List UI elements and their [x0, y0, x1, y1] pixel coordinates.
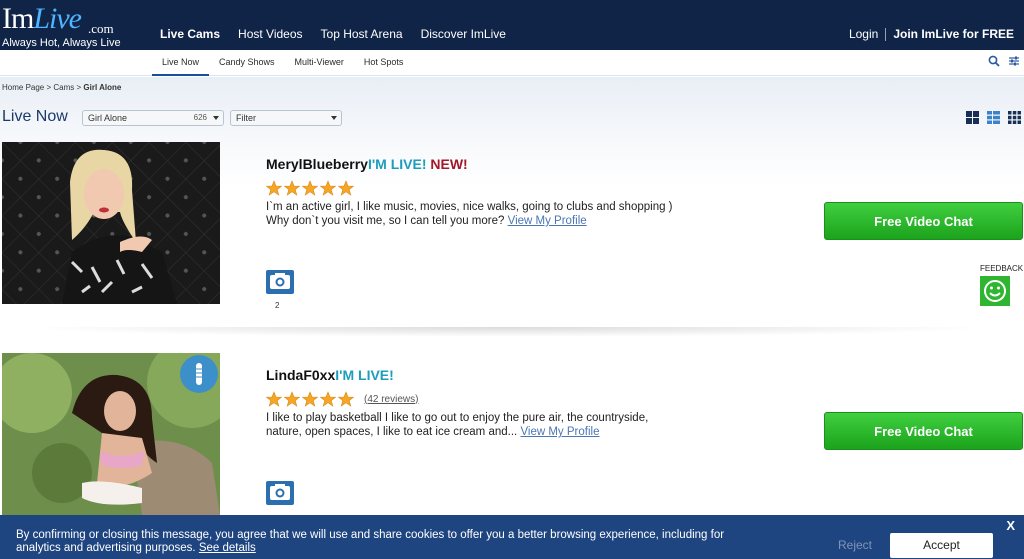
filter-select[interactable]: Filter: [230, 110, 342, 126]
smiley-icon: [984, 280, 1006, 302]
subnav-hot-spots[interactable]: Hot Spots: [354, 50, 414, 76]
imlive-logo[interactable]: ImLive .com Always Hot, Always Live: [2, 1, 132, 49]
page-title: Live Now: [2, 108, 68, 125]
subnav-candy-shows[interactable]: Candy Shows: [209, 50, 285, 76]
breadcrumb-home[interactable]: Home Page: [2, 83, 44, 92]
breadcrumb-separator: >: [46, 83, 52, 92]
new-badge: NEW!: [430, 156, 468, 172]
cookie-consent-bar: By confirming or closing this message, y…: [0, 515, 1024, 559]
cookie-message: By confirming or closing this message, y…: [16, 529, 756, 555]
breadcrumb-separator: >: [76, 83, 82, 92]
star-icon: [338, 391, 354, 407]
reject-button[interactable]: Reject: [838, 538, 872, 552]
login-link[interactable]: Login: [849, 27, 878, 41]
join-free-link[interactable]: Join ImLive for FREE: [893, 27, 1014, 41]
photo-count: 2: [275, 301, 280, 310]
chevron-down-icon: [213, 116, 219, 120]
accept-button[interactable]: Accept: [890, 533, 993, 558]
vip-badge: [180, 355, 218, 393]
list-view-icon[interactable]: [986, 110, 1001, 125]
breadcrumb: Home Page > Cams > Girl Alone: [2, 83, 121, 92]
live-status: I'M LIVE!: [335, 367, 394, 383]
feedback-widget: FEEDBACK: [980, 264, 1024, 308]
host-name: LindaF0xx: [266, 367, 336, 383]
main-nav: Live Cams Host Videos Top Host Arena Dis…: [160, 27, 506, 41]
cookie-message-text: By confirming or closing this message, y…: [16, 529, 725, 554]
rating-stars: [266, 180, 354, 196]
feedback-button[interactable]: [980, 276, 1010, 306]
chevron-down-icon: [331, 116, 337, 120]
host-description: I like to play basketball I like to go o…: [266, 411, 681, 439]
nav-host-videos[interactable]: Host Videos: [238, 27, 302, 41]
toy-icon: [196, 363, 202, 385]
close-icon[interactable]: X: [1006, 518, 1015, 533]
star-icon: [266, 180, 282, 196]
star-icon: [302, 180, 318, 196]
host-thumbnail[interactable]: [2, 142, 220, 304]
star-icon: [320, 391, 336, 407]
free-video-chat-button[interactable]: Free Video Chat: [824, 202, 1023, 240]
search-icon[interactable]: [988, 55, 1000, 67]
logo-dotcom: .com: [88, 21, 114, 36]
reviews-link[interactable]: (42 reviews): [364, 394, 418, 405]
logo-tagline: Always Hot, Always Live: [2, 37, 121, 49]
feedback-label: FEEDBACK: [980, 264, 1024, 273]
host-description: I`m an active girl, I like music, movies…: [266, 200, 681, 228]
view-profile-link[interactable]: View My Profile: [520, 426, 599, 438]
host-name-heading[interactable]: LindaF0xxI'M LIVE!: [266, 367, 394, 383]
nav-top-host-arena[interactable]: Top Host Arena: [321, 27, 403, 41]
free-video-chat-button[interactable]: Free Video Chat: [824, 412, 1023, 450]
star-icon: [302, 391, 318, 407]
category-select[interactable]: Girl Alone 626: [82, 110, 224, 126]
see-details-link[interactable]: See details: [199, 542, 256, 554]
star-icon: [266, 391, 282, 407]
star-icon: [284, 180, 300, 196]
host-description-text: I`m an active girl, I like music, movies…: [266, 201, 673, 227]
subnav-multi-viewer[interactable]: Multi-Viewer: [285, 50, 354, 76]
subnav-live-now[interactable]: Live Now: [152, 50, 210, 76]
star-icon: [338, 180, 354, 196]
host-thumbnail[interactable]: [2, 353, 220, 515]
nav-discover-imlive[interactable]: Discover ImLive: [421, 27, 506, 41]
small-grid-view-icon[interactable]: [1007, 110, 1022, 125]
host-name-heading[interactable]: MerylBlueberryI'M LIVE! NEW!: [266, 156, 468, 172]
host-photo-image: [2, 142, 220, 304]
filter-select-value: Filter: [236, 113, 256, 123]
sub-nav: Live Now Candy Shows Multi-Viewer Hot Sp…: [0, 50, 1024, 76]
view-profile-link[interactable]: View My Profile: [508, 215, 587, 227]
filter-settings-icon[interactable]: [1008, 55, 1020, 67]
live-status: I'M LIVE!: [367, 156, 427, 172]
view-toggles: [965, 110, 1022, 125]
breadcrumb-cams[interactable]: Cams: [53, 83, 74, 92]
category-count: 626: [193, 113, 207, 122]
camera-icon[interactable]: [266, 270, 294, 294]
breadcrumb-current: Girl Alone: [83, 83, 122, 92]
large-grid-view-icon[interactable]: [965, 110, 980, 125]
host-name: MerylBlueberry: [266, 156, 368, 172]
star-icon: [284, 391, 300, 407]
card-divider: [16, 327, 996, 337]
logo-wordmark: ImLive: [2, 2, 82, 35]
star-icon: [320, 180, 336, 196]
camera-icon[interactable]: [266, 481, 294, 505]
nav-live-cams[interactable]: Live Cams: [160, 27, 220, 41]
auth-divider: [885, 27, 887, 41]
rating-stars: (42 reviews): [266, 391, 418, 407]
top-bar: ImLive .com Always Hot, Always Live Live…: [0, 0, 1024, 50]
category-select-value: Girl Alone: [88, 113, 128, 123]
auth-links: Login Join ImLive for FREE: [849, 27, 1014, 41]
